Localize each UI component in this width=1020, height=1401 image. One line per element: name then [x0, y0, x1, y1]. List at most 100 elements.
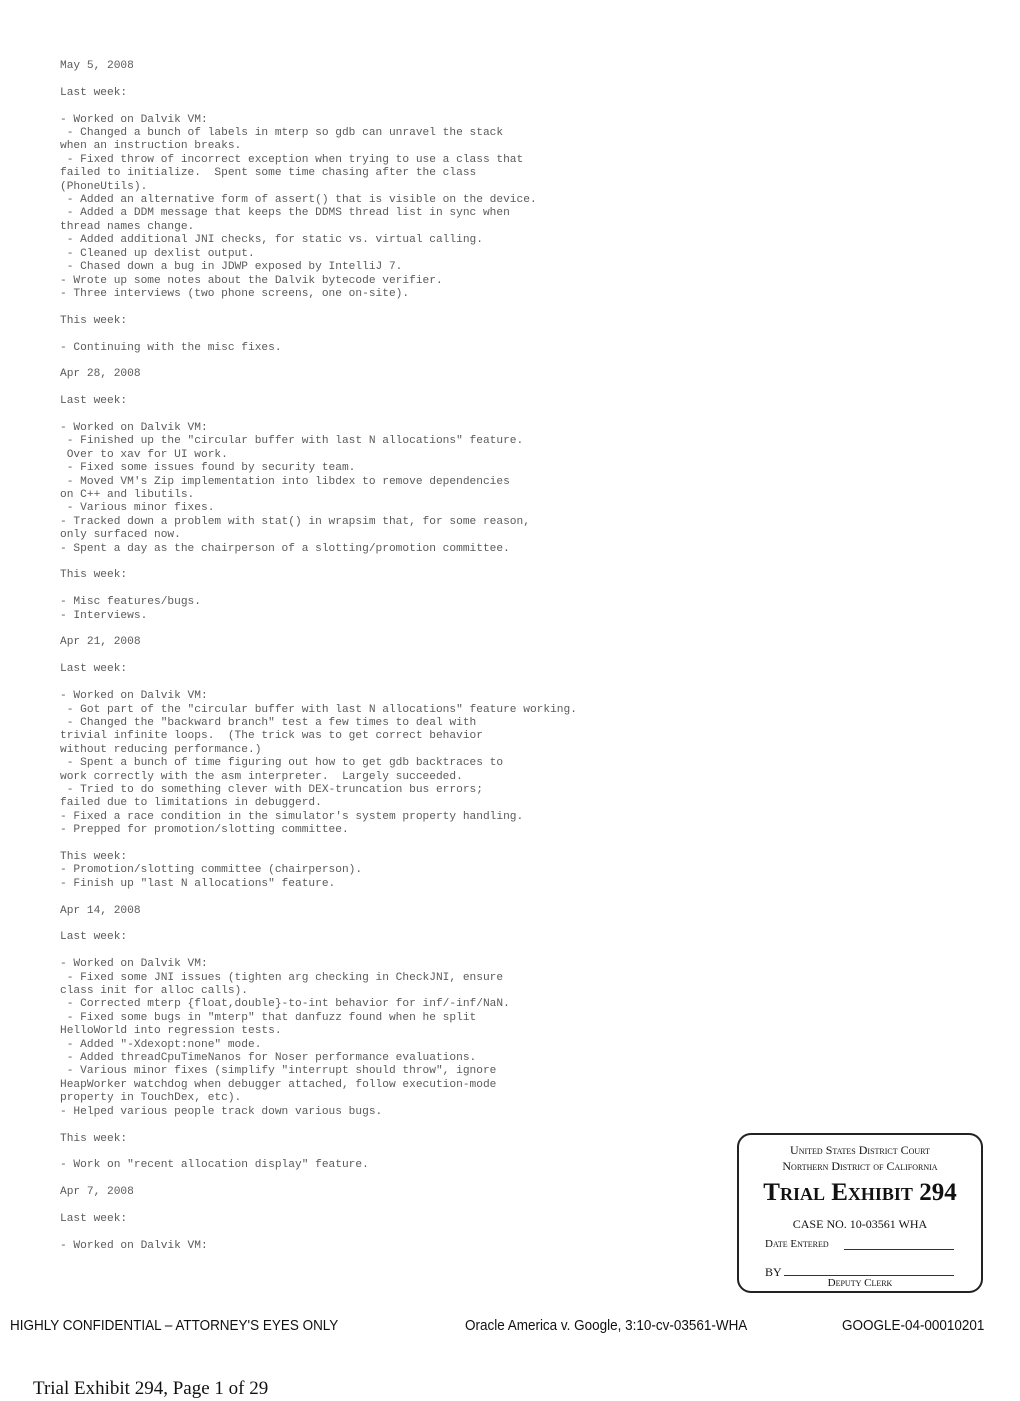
text-line: [60, 677, 577, 690]
stamp-exhibit-title: Trial Exhibit 294: [739, 1179, 981, 1207]
text-line: - Promotion/slotting committee (chairper…: [60, 864, 363, 877]
text-line: - Various minor fixes (simplify "interru…: [60, 1065, 497, 1078]
text-line: work correctly with the asm interpreter.…: [60, 770, 463, 783]
text-line: [60, 301, 577, 314]
text-line: class init for alloc calls).: [60, 985, 248, 998]
text-line: HelloWorld into regression tests.: [60, 1025, 282, 1038]
text-line: trivial infinite loops. (The trick was t…: [60, 730, 483, 743]
text-line: Last week:: [60, 1212, 128, 1225]
text-line: - Interviews.: [60, 609, 148, 622]
text-line: - Work on "recent allocation display" fe…: [60, 1159, 369, 1172]
text-line: [60, 1173, 577, 1186]
text-line: [60, 1119, 577, 1132]
text-line: This week:: [60, 850, 128, 863]
footer-confidentiality: HIGHLY CONFIDENTIAL – ATTORNEY'S EYES ON…: [10, 1318, 339, 1334]
stamp-date-entered-label: Date Entered: [765, 1238, 829, 1250]
text-line: - Fixed throw of incorrect exception whe…: [60, 153, 524, 166]
text-line: [60, 1200, 577, 1213]
text-line: - Fixed some issues found by security te…: [60, 462, 356, 475]
text-line: - Various minor fixes.: [60, 502, 215, 515]
text-line: - Fixed some bugs in "mterp" that danfuz…: [60, 1011, 477, 1024]
text-line: failed due to limitations in debuggerd.: [60, 797, 322, 810]
text-line: - Added a DDM message that keeps the DDM…: [60, 207, 510, 220]
text-line: Last week:: [60, 663, 128, 676]
text-line: only surfaced now.: [60, 529, 181, 542]
text-line: - Fixed some JNI issues (tighten arg che…: [60, 971, 504, 984]
text-line: Last week:: [60, 395, 128, 408]
stamp-exhibit-number: 294: [919, 1179, 957, 1206]
text-line: [60, 556, 577, 569]
text-line: [60, 1146, 577, 1159]
text-line: - Finish up "last N allocations" feature…: [60, 877, 336, 890]
text-line: This week:: [60, 314, 128, 327]
text-line: - Spent a bunch of time figuring out how…: [60, 757, 504, 770]
text-line: - Prepped for promotion/slotting committ…: [60, 824, 349, 837]
text-line: - Tracked down a problem with stat() in …: [60, 515, 530, 528]
text-line: - Continuing with the misc fixes.: [60, 341, 282, 354]
stamp-date-entered-line: [844, 1249, 954, 1250]
text-line: [60, 583, 577, 596]
text-line: - Tried to do something clever with DEX-…: [60, 783, 483, 796]
text-line: - Got part of the "circular buffer with …: [60, 703, 577, 716]
text-line: [60, 945, 577, 958]
stamp-case-number: CASE NO. 10-03561 WHA: [792, 1217, 928, 1231]
text-line: - Changed a bunch of labels in mterp so …: [60, 127, 504, 140]
text-line: (PhoneUtils).: [60, 180, 148, 193]
text-line: [60, 623, 577, 636]
text-line: Apr 28, 2008: [60, 368, 141, 381]
text-line: This week:: [60, 569, 128, 582]
text-line: [60, 918, 577, 931]
text-line: - Spent a day as the chairperson of a sl…: [60, 542, 510, 555]
stamp-deputy-clerk-label: Deputy Clerk: [827, 1277, 893, 1289]
text-line: - Added "-Xdexopt:none" mode.: [60, 1038, 262, 1051]
text-line: - Wrote up some notes about the Dalvik b…: [60, 274, 443, 287]
text-line: Over to xav for UI work.: [60, 448, 228, 461]
stamp-exhibit-label: Trial Exhibit: [763, 1179, 913, 1206]
text-line: when an instruction breaks.: [60, 140, 242, 153]
page-label: Trial Exhibit 294, Page 1 of 29: [33, 1378, 269, 1399]
text-line: Apr 21, 2008: [60, 636, 141, 649]
footer-case-caption: Oracle America v. Google, 3:10-cv-03561-…: [465, 1318, 748, 1334]
stamp-court-district: Northern District of California: [782, 1159, 938, 1173]
text-line: [60, 409, 577, 422]
footer-bates-number: GOOGLE-04-00010201: [842, 1318, 985, 1334]
text-line: - Chased down a bug in JDWP exposed by I…: [60, 261, 403, 274]
text-line: - Added threadCpuTimeNanos for Noser per…: [60, 1052, 477, 1065]
text-line: failed to initialize. Spent some time ch…: [60, 167, 477, 180]
text-line: Apr 7, 2008: [60, 1186, 134, 1199]
text-line: - Added an alternative form of assert() …: [60, 194, 537, 207]
text-line: - Three interviews (two phone screens, o…: [60, 287, 410, 300]
text-line: - Worked on Dalvik VM:: [60, 113, 208, 126]
text-line: without reducing performance.): [60, 743, 262, 756]
text-line: This week:: [60, 1132, 128, 1145]
text-line: - Added additional JNI checks, for stati…: [60, 234, 483, 247]
text-line: [60, 838, 577, 851]
text-line: - Worked on Dalvik VM:: [60, 421, 208, 434]
text-line: [60, 891, 577, 904]
text-line: - Worked on Dalvik VM:: [60, 690, 208, 703]
text-line: [60, 382, 577, 395]
text-line: - Fixed a race condition in the simulato…: [60, 810, 524, 823]
text-line: - Helped various people track down vario…: [60, 1105, 383, 1118]
text-line: - Changed the "backward branch" test a f…: [60, 716, 477, 729]
text-line: HeapWorker watchdog when debugger attach…: [60, 1078, 497, 1091]
status-report-text: May 5, 2008 Last week: - Worked on Dalvik …: [60, 60, 577, 1253]
text-line: thread names change.: [60, 220, 195, 233]
text-line: [60, 355, 577, 368]
stamp-by-line: [784, 1275, 954, 1276]
text-line: property in TouchDex, etc).: [60, 1092, 242, 1105]
trial-exhibit-stamp: United States District Court Northern Di…: [737, 1133, 983, 1293]
text-line: - Corrected mterp {float,double}-to-int …: [60, 998, 510, 1011]
text-line: - Cleaned up dexlist output.: [60, 247, 255, 260]
text-line: [60, 73, 577, 86]
text-line: May 5, 2008: [60, 60, 134, 72]
text-line: - Misc features/bugs.: [60, 596, 201, 609]
text-line: Apr 14, 2008: [60, 904, 141, 917]
text-line: [60, 650, 577, 663]
text-line: - Moved VM's Zip implementation into lib…: [60, 475, 510, 488]
text-line: - Finished up the "circular buffer with …: [60, 435, 524, 448]
text-line: Last week:: [60, 86, 128, 99]
text-line: [60, 1226, 577, 1239]
stamp-court-name: United States District Court: [790, 1143, 930, 1157]
text-line: - Worked on Dalvik VM:: [60, 958, 208, 971]
